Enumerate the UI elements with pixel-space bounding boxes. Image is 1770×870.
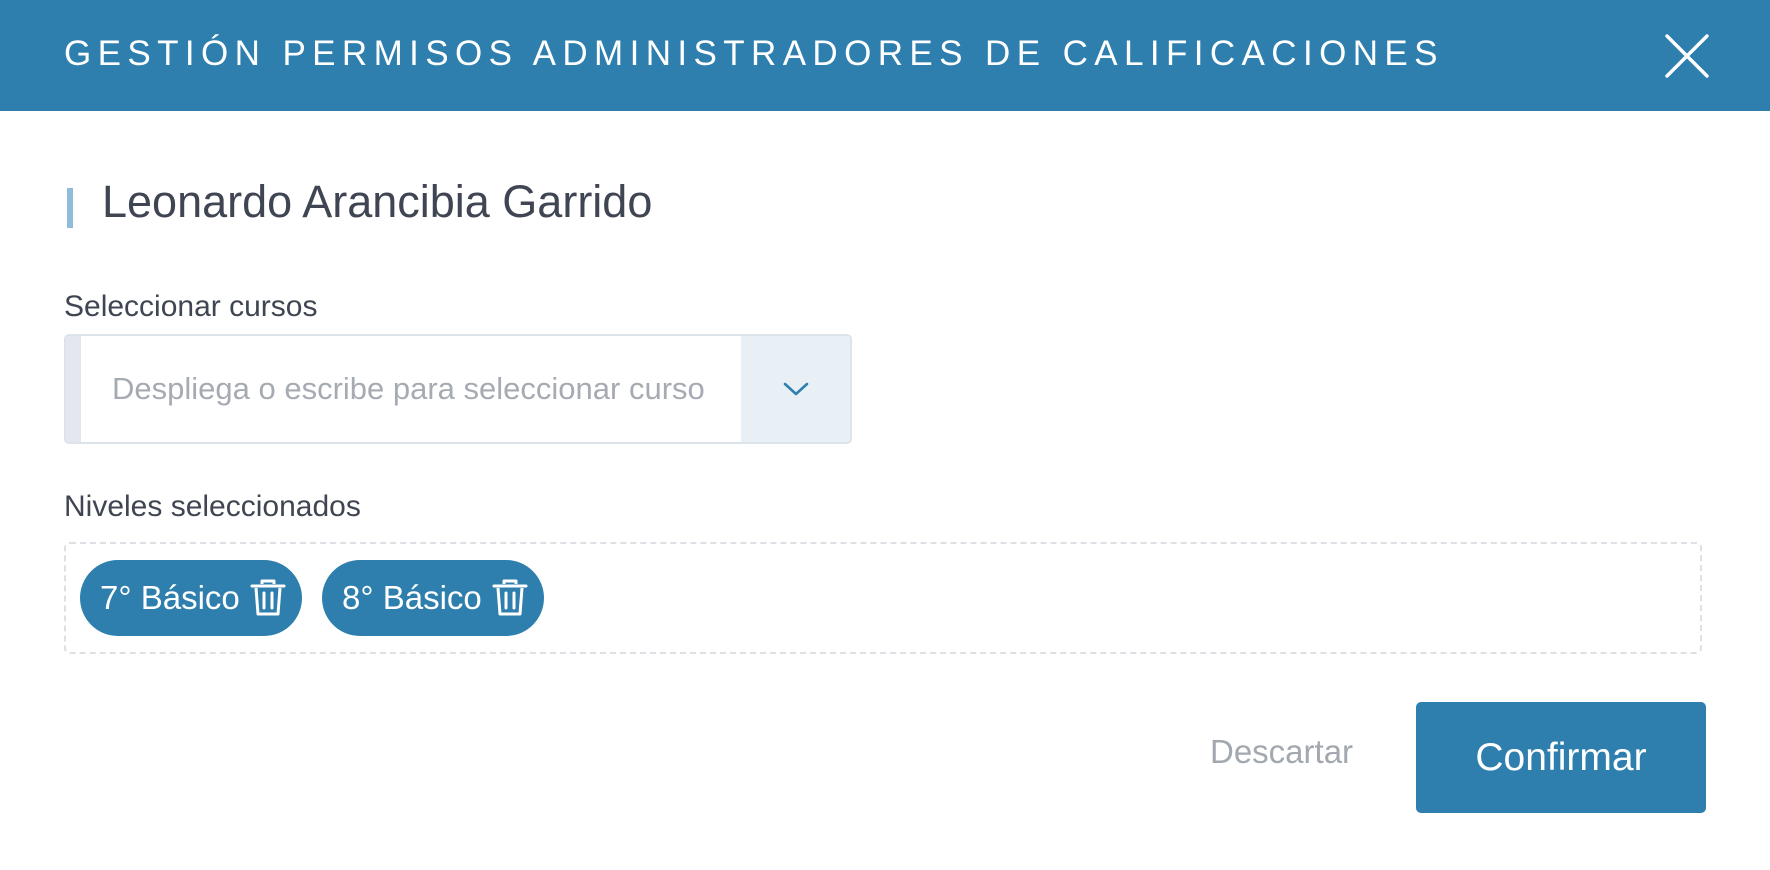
close-button[interactable] [1664,33,1710,79]
selected-levels-area: 7° Básico 8° Básico [64,542,1702,654]
chevron-down-icon [783,382,808,396]
modal-title: GESTIÓN PERMISOS ADMINISTRADORES DE CALI… [64,34,1444,73]
close-icon [1665,34,1709,78]
course-select-label: Seleccionar cursos [64,290,318,323]
permissions-modal: GESTIÓN PERMISOS ADMINISTRADORES DE CALI… [0,0,1770,870]
level-chip-label: 7° Básico [100,579,240,616]
level-chip-label: 8° Básico [342,579,482,616]
levels-label: Niveles seleccionados [64,490,361,523]
remove-level-button[interactable] [250,579,286,617]
course-select[interactable] [64,334,852,444]
person-name: Leonardo Arancibia Garrido [102,176,653,227]
trash-icon [250,579,286,616]
name-accent-bar [67,188,73,228]
trash-icon [492,579,528,616]
remove-level-button[interactable] [492,579,528,617]
level-chip: 7° Básico [80,560,302,636]
course-search-input[interactable] [81,336,743,442]
confirm-button[interactable]: Confirmar [1416,702,1706,813]
select-left-strip [66,336,81,442]
course-select-toggle[interactable] [741,336,850,442]
level-chip: 8° Básico [322,560,544,636]
discard-button[interactable]: Descartar [1210,733,1353,771]
modal-header: GESTIÓN PERMISOS ADMINISTRADORES DE CALI… [0,0,1770,111]
